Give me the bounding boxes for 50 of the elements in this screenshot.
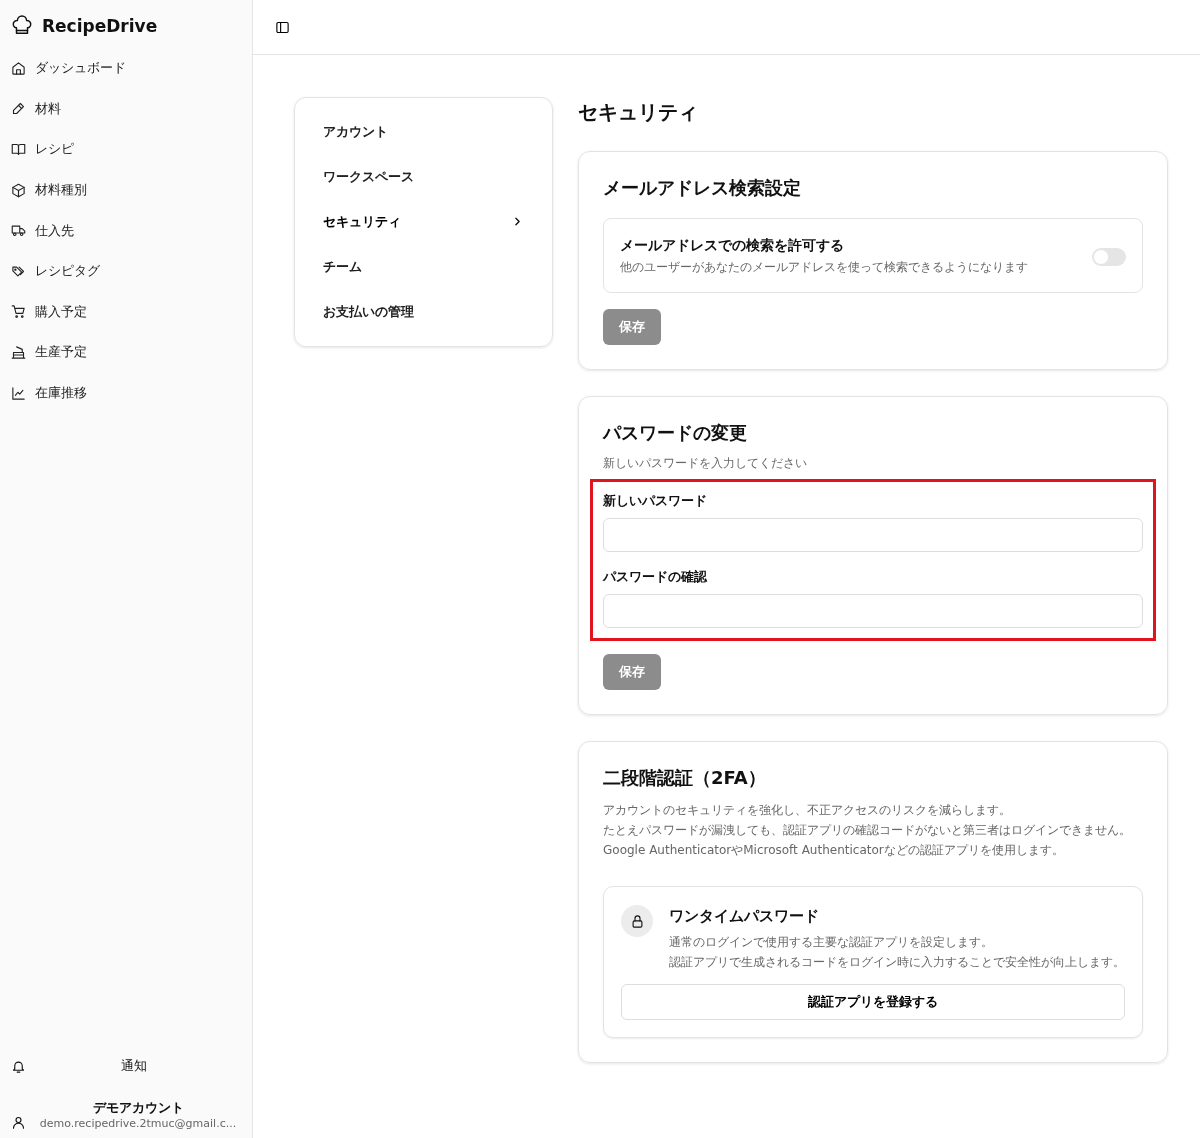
card-description: Google AuthenticatorやMicrosoft Authenticatorなどの認証アプリを使用します。 xyxy=(603,842,1065,859)
method-description: 認証アプリで生成されるコードをログイン時に入力することで安全性が向上します。 xyxy=(669,954,1125,971)
sidebar-item[interactable]: ダッシュボード xyxy=(11,48,242,89)
card-title: パスワードの変更 xyxy=(603,421,748,445)
sidebar-item[interactable]: 生産予定 xyxy=(11,332,242,373)
chart-icon xyxy=(11,385,26,401)
password-field[interactable] xyxy=(603,518,1143,552)
settings-menu-item[interactable]: チーム xyxy=(323,244,524,290)
option-title: メールアドレスでの検索を許可する xyxy=(620,237,845,255)
settings-menu-item[interactable]: お支払いの管理 xyxy=(323,289,524,334)
field-label: パスワードの確認 xyxy=(603,568,708,586)
password-field[interactable] xyxy=(603,594,1143,628)
settings-menu-item[interactable]: セキュリティ xyxy=(323,199,524,245)
truck-icon xyxy=(11,223,26,239)
home-icon xyxy=(11,60,26,76)
account-name: デモアカウント xyxy=(91,1099,185,1117)
card-title: メールアドレス検索設定 xyxy=(603,176,802,200)
field-label: 新しいパスワード xyxy=(603,492,708,510)
lock-icon xyxy=(629,913,645,929)
toggle-switch[interactable] xyxy=(1092,247,1126,266)
sidebar-toggle-icon xyxy=(275,19,290,35)
account-email: demo.recipedrive.2tmuc@gmail.c... xyxy=(38,1117,238,1130)
app-name: RecipeDrive xyxy=(42,16,158,36)
sidebar-item[interactable]: 購入予定 xyxy=(11,291,242,333)
pen-icon xyxy=(11,101,26,117)
sidebar-item[interactable]: 仕入先 xyxy=(11,210,242,251)
user-icon xyxy=(11,1115,26,1130)
sidebar-item[interactable]: 在庫推移 xyxy=(11,372,242,414)
page-title: セキュリティ xyxy=(578,99,699,126)
notifications-item[interactable]: 通知 xyxy=(11,1051,242,1081)
box-icon xyxy=(11,182,26,198)
card-description: アカウントのセキュリティを強化し、不正アクセスのリスクを減らします。 xyxy=(603,802,1012,819)
option-description: 他のユーザーがあなたのメールアドレスを使って検索できるようになります xyxy=(620,259,1028,276)
register-app-button[interactable]: 認証アプリを登録する xyxy=(621,984,1125,1020)
chef-hat-icon xyxy=(11,15,33,37)
bell-icon xyxy=(11,1058,26,1074)
card-description: たとえパスワードが漏洩しても、認証アプリの確認コードがないと第三者はログインできません。 xyxy=(603,822,1132,839)
method-title: ワンタイムパスワード xyxy=(669,907,820,926)
book-icon xyxy=(11,142,26,157)
sidebar-item[interactable]: 材料 xyxy=(11,88,242,130)
card-description: 新しいパスワードを入力してください xyxy=(603,455,808,472)
tags-icon xyxy=(11,263,26,279)
sidebar-item[interactable]: レシピ xyxy=(11,129,242,170)
settings-menu-item[interactable]: ワークスペース xyxy=(323,154,524,200)
card-title: 二段階認証（2FA） xyxy=(603,766,767,790)
method-description: 通常のログインで使用する主要な認証アプリを設定します。 xyxy=(669,934,994,951)
sidebar-item[interactable]: 材料種別 xyxy=(11,169,242,211)
settings-menu-item[interactable]: アカウント xyxy=(323,110,524,155)
cart-icon xyxy=(11,304,26,320)
sidebar-item[interactable]: レシピタグ xyxy=(11,250,242,292)
